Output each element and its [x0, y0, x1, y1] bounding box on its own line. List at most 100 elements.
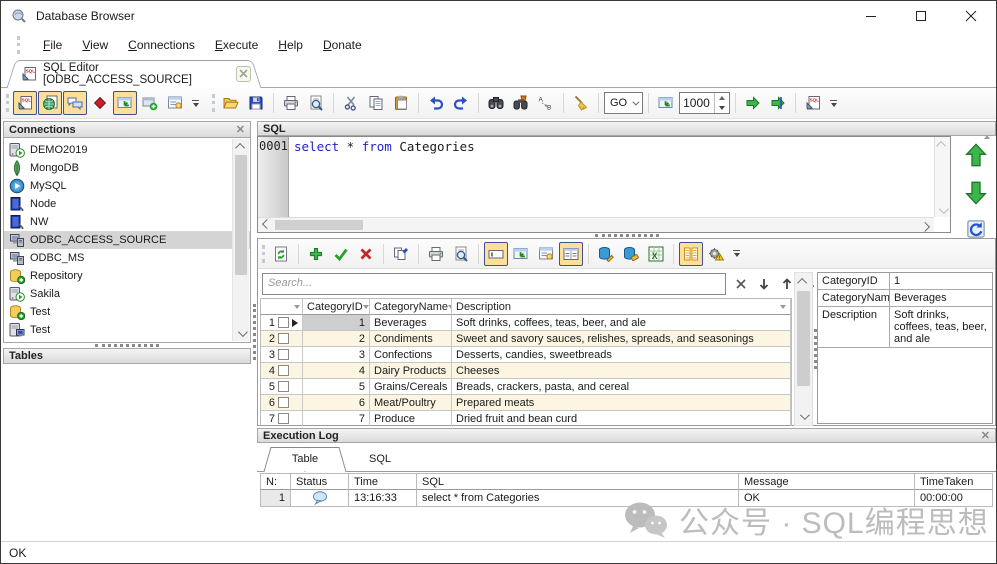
connections-close-icon[interactable]: ✕ [236, 123, 245, 136]
log-tab-sql[interactable]: SQL [357, 447, 403, 471]
add-row-button[interactable] [304, 242, 328, 266]
row-gutter[interactable]: 5 [261, 379, 303, 395]
form-button[interactable] [163, 91, 187, 115]
row-limit-spinner[interactable]: 1000 [679, 92, 730, 114]
open-connection-button[interactable] [38, 91, 62, 115]
log-row[interactable]: 1 13:16:33 select * from Categories OK 0… [260, 490, 993, 507]
move-down-button[interactable] [965, 181, 987, 205]
cell-description[interactable]: Sweet and savory sauces, relishes, sprea… [452, 331, 791, 347]
sql-code[interactable]: select * from Categories [290, 137, 934, 217]
record-field-value[interactable]: Soft drinks, coffees, teas, beer, and al… [890, 307, 992, 347]
toggle-results-button[interactable] [113, 91, 137, 115]
clean-button[interactable] [569, 91, 593, 115]
search-prev-icon[interactable] [778, 275, 795, 292]
grid-filter-cell[interactable] [261, 299, 303, 315]
results-overflow-button[interactable] [733, 250, 740, 257]
cell-category-name[interactable]: Beverages [370, 315, 452, 331]
log-column-header[interactable]: Message [739, 473, 915, 490]
row-checkbox[interactable] [278, 349, 289, 360]
replace-button[interactable]: AB [534, 91, 558, 115]
connection-item[interactable]: ODBC_MS [4, 249, 250, 267]
grid-row[interactable]: 1 1 Beverages Soft drinks, coffees, teas… [261, 315, 791, 331]
connection-item[interactable]: Test [4, 303, 250, 321]
sql-collapse-icon[interactable] [984, 123, 990, 135]
grid-column-header[interactable]: Description [452, 299, 791, 315]
cell-description[interactable]: Soft drinks, coffees, teas, beer, and al… [452, 315, 791, 331]
batch-separator-select[interactable]: GO [604, 92, 643, 114]
copy-records-button[interactable] [389, 242, 413, 266]
execute-script-button[interactable] [766, 91, 790, 115]
grid-column-header[interactable]: CategoryID [303, 299, 370, 315]
grid-scrollbar[interactable] [794, 272, 813, 426]
cell-description[interactable]: Prepared meats [452, 395, 791, 411]
execution-log-close-icon[interactable]: ✕ [981, 429, 990, 442]
new-sql-editor-button[interactable]: SQL [13, 91, 37, 115]
tab-close-icon[interactable] [236, 66, 251, 82]
grid-row[interactable]: 3 3 Confections Desserts, candies, sweet… [261, 347, 791, 363]
cell-category-name[interactable]: Condiments [370, 331, 452, 347]
cell-description[interactable]: Breads, crackers, pasta, and cereal [452, 379, 791, 395]
clear-search-icon[interactable] [732, 275, 749, 292]
new-window-button[interactable] [138, 91, 162, 115]
cut-button[interactable] [339, 91, 363, 115]
row-checkbox[interactable] [278, 317, 289, 328]
grid-row[interactable]: 4 4 Dairy Products Cheeses [261, 363, 791, 379]
log-column-header[interactable]: Time [349, 473, 417, 490]
minimize-button[interactable] [846, 1, 896, 31]
row-checkbox[interactable] [278, 397, 289, 408]
row-gutter[interactable]: 6 [261, 395, 303, 411]
execute-button[interactable] [741, 91, 765, 115]
connection-item[interactable]: Repository [4, 267, 250, 285]
close-button[interactable] [946, 1, 996, 31]
limit-toggle-button[interactable] [654, 91, 678, 115]
cell-category-id[interactable]: 6 [303, 395, 370, 411]
menu-item-file[interactable]: File [43, 38, 62, 52]
row-gutter[interactable]: 4 [261, 363, 303, 379]
save-button[interactable] [244, 91, 268, 115]
cell-category-name[interactable]: Confections [370, 347, 452, 363]
record-field-value[interactable]: Beverages [890, 290, 992, 306]
connection-item[interactable]: Node [4, 195, 250, 213]
cell-category-id[interactable]: 4 [303, 363, 370, 379]
record-field-row[interactable]: CategoryName Beverages [818, 290, 992, 307]
grid-row[interactable]: 2 2 Condiments Sweet and savory sauces, … [261, 331, 791, 347]
cell-category-name[interactable]: Produce [370, 411, 452, 426]
grid-row[interactable]: 6 6 Meat/Poultry Prepared meats [261, 395, 791, 411]
stop-button[interactable] [88, 91, 112, 115]
find-next-button[interactable] [509, 91, 533, 115]
log-tab-table[interactable]: Table [267, 447, 343, 471]
record-view-toggle[interactable] [559, 242, 583, 266]
cell-category-name[interactable]: Grains/Cereals [370, 379, 452, 395]
row-checkbox[interactable] [278, 333, 289, 344]
search-next-icon[interactable] [755, 275, 772, 292]
print-results-button[interactable] [424, 242, 448, 266]
popup-editor-button[interactable] [509, 242, 533, 266]
toolbar2-overflow-button[interactable] [830, 100, 837, 107]
column-list-toggle[interactable] [679, 242, 703, 266]
row-checkbox[interactable] [278, 365, 289, 376]
grid-column-header[interactable]: CategoryName [370, 299, 452, 315]
results-search-input[interactable]: Search... [262, 273, 726, 295]
record-field-row[interactable]: Description Soft drinks, coffees, teas, … [818, 307, 992, 348]
row-checkbox[interactable] [278, 413, 289, 424]
connection-item[interactable]: DEMO2019 [4, 141, 250, 159]
paste-button[interactable] [389, 91, 413, 115]
sql-options-button[interactable]: SQL [801, 91, 825, 115]
cell-description[interactable]: Cheeses [452, 363, 791, 379]
undo-button[interactable] [424, 91, 448, 115]
record-field-row[interactable]: CategoryID 1 [818, 273, 992, 290]
menu-item-help[interactable]: Help [278, 38, 303, 52]
menu-item-execute[interactable]: Execute [215, 38, 258, 52]
sql-editor-vscrollbar[interactable] [934, 137, 950, 217]
row-gutter[interactable]: 7 [261, 411, 303, 426]
connection-item[interactable]: Test [4, 321, 250, 339]
record-view[interactable]: CategoryID 1 CategoryName Beverages Desc… [817, 272, 993, 424]
connection-item[interactable]: ODBC_ACCESS_SOURCE [4, 231, 250, 249]
record-field-value[interactable]: 1 [890, 273, 992, 289]
cell-description[interactable]: Desserts, candies, sweetbreads [452, 347, 791, 363]
sql-editor[interactable]: 0001 select * from Categories [257, 136, 951, 233]
cell-category-name[interactable]: Dairy Products [370, 363, 452, 379]
connection-item[interactable]: MongoDB [4, 159, 250, 177]
grid-row[interactable]: 5 5 Grains/Cereals Breads, crackers, pas… [261, 379, 791, 395]
cell-category-id[interactable]: 7 [303, 411, 370, 426]
